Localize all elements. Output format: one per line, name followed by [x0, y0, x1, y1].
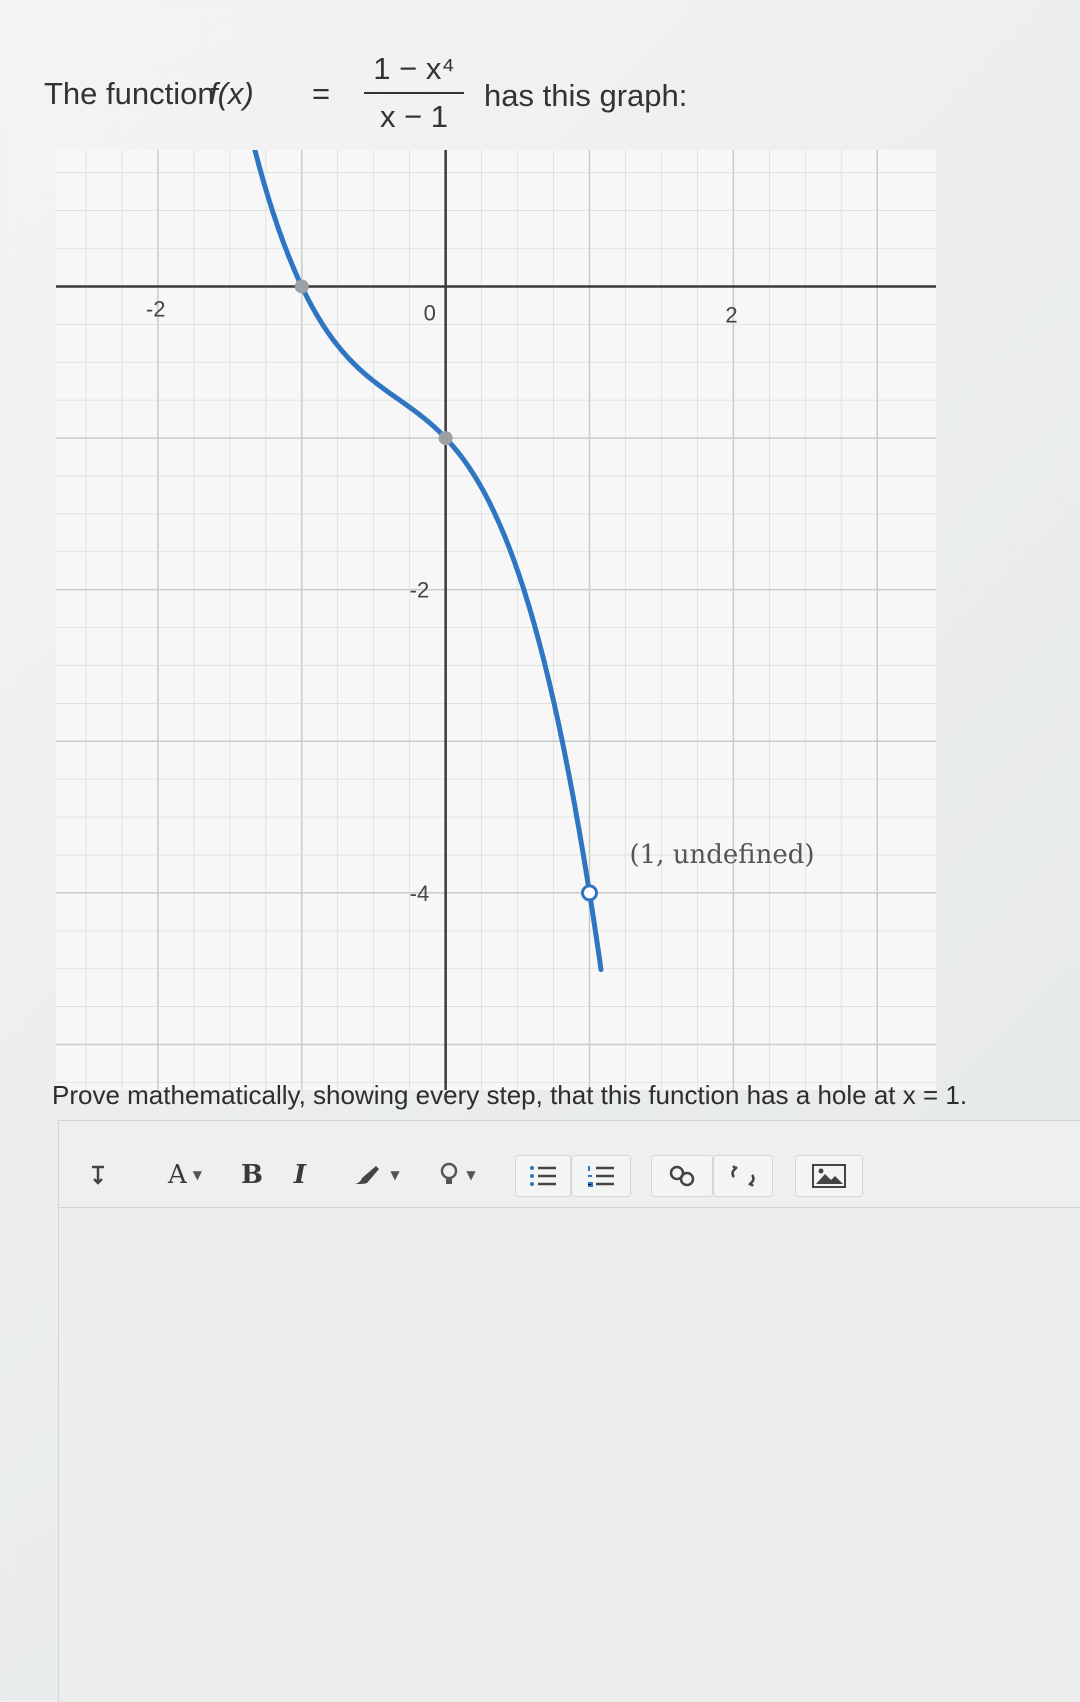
- function-name: f(x): [209, 76, 254, 111]
- tick-label-y-neg4: -4: [410, 881, 430, 906]
- function-fraction: 1 − x⁴ x − 1: [364, 48, 464, 138]
- chevron-down-icon: ▼: [466, 1168, 476, 1182]
- font-color-label: A: [167, 1160, 187, 1190]
- tick-label-y-neg2: -2: [410, 578, 430, 603]
- bold-label: B: [241, 1160, 263, 1190]
- paragraph-icon[interactable]: [83, 1155, 113, 1195]
- link-icon[interactable]: [651, 1155, 713, 1197]
- italic-label: I: [293, 1160, 307, 1190]
- intercept-point: [294, 279, 309, 294]
- function-curve: [252, 150, 604, 973]
- editor-toolbar: A ▼ B I ▼ ▼: [59, 1121, 1080, 1208]
- answer-text-area[interactable]: [59, 1209, 1080, 1702]
- hole-label: (1, undefined): [630, 840, 815, 870]
- bulleted-list-icon[interactable]: [515, 1155, 571, 1197]
- unlink-icon[interactable]: [713, 1155, 773, 1197]
- question-text: The function f(x) = 1 − x⁴ x − 1 has thi…: [44, 48, 764, 148]
- graph-svg: -2 0 2 -2 -4 (1, undefined): [56, 150, 936, 1090]
- grid-lines: [56, 150, 936, 1090]
- function-graph: -2 0 2 -2 -4 (1, undefined): [56, 150, 936, 1090]
- bold-button[interactable]: B: [235, 1155, 269, 1195]
- font-color-icon[interactable]: A ▼: [155, 1155, 215, 1195]
- chevron-down-icon: ▼: [390, 1168, 400, 1182]
- intercept-point: [438, 431, 453, 446]
- prompt-text: Prove mathematically, showing every step…: [52, 1080, 968, 1110]
- image-icon[interactable]: [795, 1155, 863, 1197]
- fraction-numerator: 1 − x⁴: [373, 51, 455, 86]
- equals-sign: =: [312, 76, 331, 111]
- question-prefix: The function: [44, 76, 215, 111]
- axes: [56, 150, 936, 1090]
- tick-label-x-neg2: -2: [146, 296, 166, 321]
- fraction-bar: [364, 92, 464, 94]
- hole-point: [581, 884, 599, 902]
- lightbulb-icon[interactable]: ▼: [429, 1155, 485, 1195]
- highlight-brush-icon[interactable]: ▼: [345, 1155, 405, 1195]
- fraction-denominator: x − 1: [379, 99, 449, 134]
- answer-editor[interactable]: A ▼ B I ▼ ▼: [58, 1120, 1080, 1702]
- chevron-down-icon: ▼: [192, 1168, 202, 1182]
- numbered-list-icon[interactable]: [571, 1155, 631, 1197]
- italic-button[interactable]: I: [285, 1155, 315, 1195]
- tick-label-x-0: 0: [424, 300, 436, 325]
- tick-labels: -2 0 2 -2 -4: [146, 296, 738, 905]
- tick-label-x-2: 2: [725, 302, 737, 327]
- question-suffix: has this graph:: [484, 78, 688, 113]
